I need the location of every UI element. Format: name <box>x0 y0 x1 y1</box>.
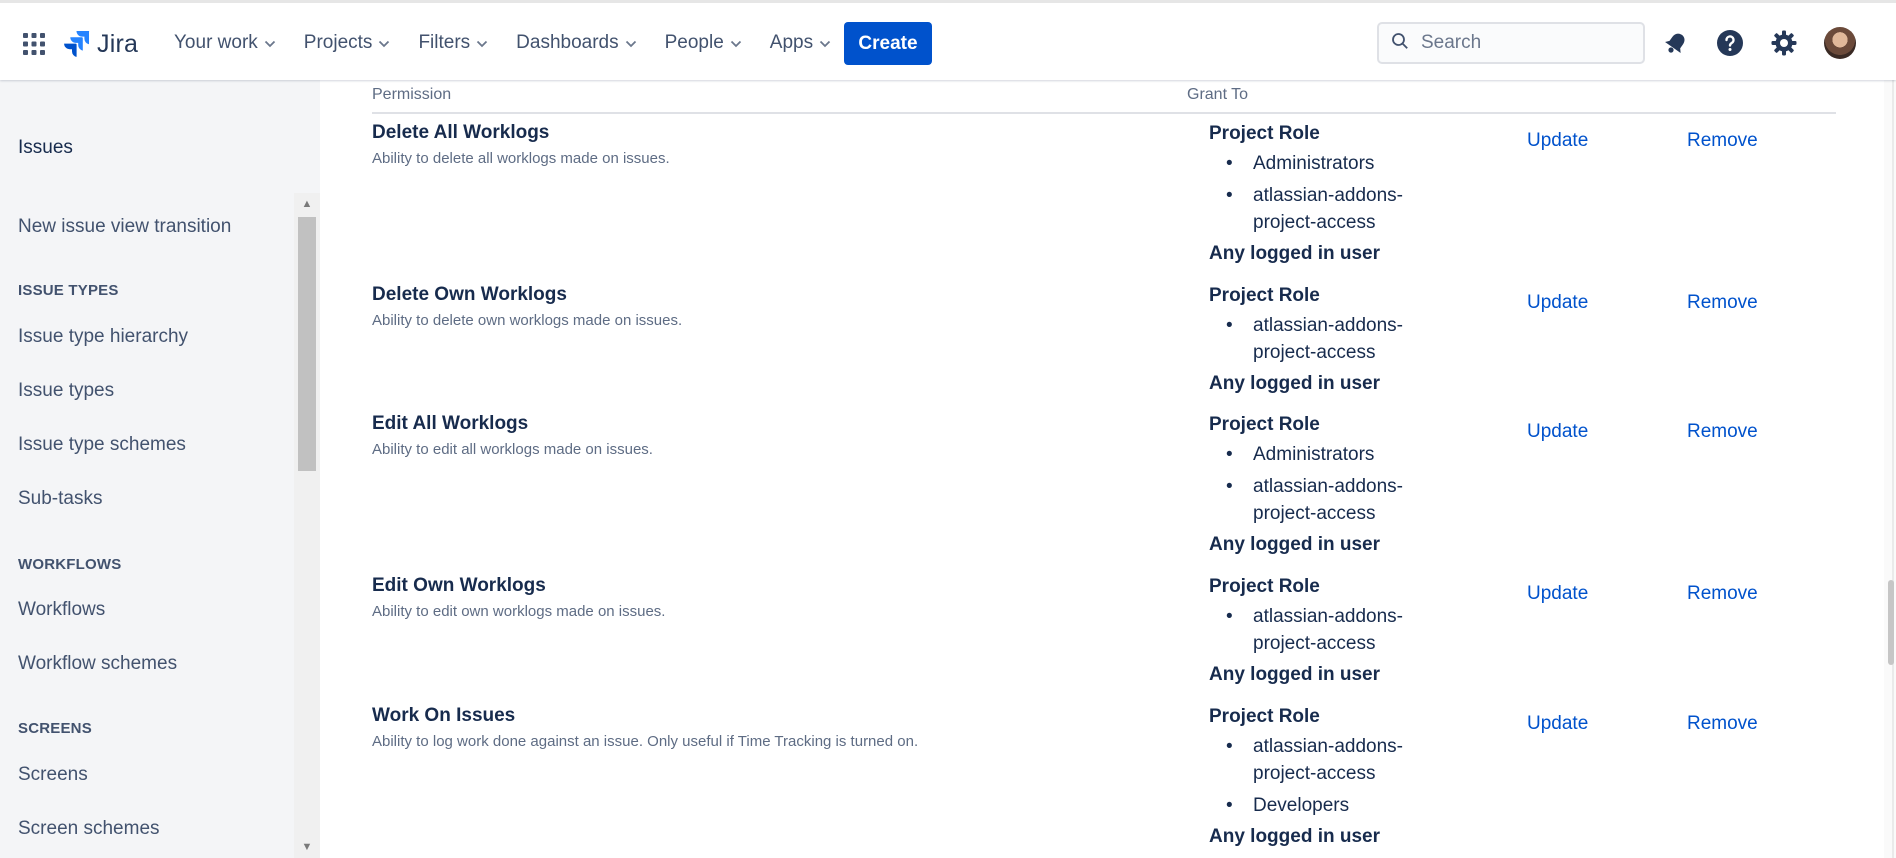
nav-your-work[interactable]: Your work <box>160 25 290 61</box>
permissions-table: Permission Grant To Delete All Worklogs … <box>320 80 1890 858</box>
search-field[interactable] <box>1377 22 1645 64</box>
column-header-permission: Permission <box>372 86 452 103</box>
grant-any-user: Any logged in user <box>1209 664 1381 685</box>
sidebar-heading-workflows: WORKFLOWS <box>18 556 122 573</box>
chevron-down-icon <box>625 32 637 54</box>
sidebar-scrollbar[interactable]: ▲ ▼ <box>294 193 320 858</box>
nav-dashboards[interactable]: Dashboards <box>502 25 650 61</box>
sidebar-item-issue-type-schemes[interactable]: Issue type schemes <box>18 434 186 456</box>
permission-description: Ability to log work done against an issu… <box>372 733 919 750</box>
grant-any-user: Any logged in user <box>1209 373 1381 394</box>
permission-name: Edit All Worklogs <box>372 413 529 434</box>
permission-description: Ability to edit all worklogs made on iss… <box>372 441 653 458</box>
sidebar-heading-issue-types: ISSUE TYPES <box>18 282 119 299</box>
remove-link[interactable]: Remove <box>1687 130 1758 152</box>
remove-link[interactable]: Remove <box>1687 292 1758 314</box>
grant-any-user: Any logged in user <box>1209 243 1381 264</box>
chevron-down-icon <box>819 32 831 54</box>
page-scrollbar-thumb[interactable] <box>1888 580 1894 665</box>
sidebar-item-screens[interactable]: Screens <box>18 764 88 786</box>
sidebar-scrollbar-thumb[interactable] <box>298 217 316 471</box>
permission-name: Work On Issues <box>372 705 516 726</box>
page-scrollbar-track <box>1892 80 1894 858</box>
grant-title: Project Role <box>1209 285 1320 306</box>
help-icon[interactable] <box>1714 27 1746 59</box>
jira-logo[interactable]: Jira <box>64 29 138 59</box>
search-icon <box>1391 32 1409 55</box>
remove-link[interactable]: Remove <box>1687 421 1758 443</box>
scroll-up-arrow-icon[interactable]: ▲ <box>294 193 320 215</box>
grant-title: Project Role <box>1209 576 1320 597</box>
sidebar-item-workflow-schemes[interactable]: Workflow schemes <box>18 653 177 675</box>
settings-gear-icon[interactable] <box>1768 27 1800 59</box>
grant-title: Project Role <box>1209 123 1320 144</box>
update-link[interactable]: Update <box>1527 292 1588 314</box>
sidebar-heading-screens: SCREENS <box>18 720 92 737</box>
primary-nav: Your work Projects Filters Dashboards Pe… <box>160 25 845 61</box>
permission-description: Ability to edit own worklogs made on iss… <box>372 603 666 620</box>
role-item: atlassian-addons-project-access <box>1226 473 1433 527</box>
remove-link[interactable]: Remove <box>1687 713 1758 735</box>
role-item: Administrators <box>1226 441 1433 468</box>
scroll-down-arrow-icon[interactable]: ▼ <box>294 836 320 858</box>
chevron-down-icon <box>730 32 742 54</box>
update-link[interactable]: Update <box>1527 583 1588 605</box>
sidebar-title-issues[interactable]: Issues <box>18 137 73 159</box>
jira-logo-icon <box>64 31 90 57</box>
logo-text: Jira <box>97 29 139 58</box>
role-item: atlassian-addons-project-access <box>1226 312 1433 366</box>
page-scrollbar[interactable] <box>1884 80 1896 858</box>
sidebar-item-issue-type-hierarchy[interactable]: Issue type hierarchy <box>18 326 188 348</box>
notifications-icon[interactable] <box>1660 27 1692 59</box>
sidebar-item-sub-tasks[interactable]: Sub-tasks <box>18 488 102 510</box>
top-navigation: Jira Your work Projects Filters Dashboar… <box>0 0 1896 80</box>
chevron-down-icon <box>378 32 390 54</box>
sidebar-item-screen-schemes[interactable]: Screen schemes <box>18 818 160 840</box>
role-item: atlassian-addons-project-access <box>1226 603 1433 657</box>
grant-any-user: Any logged in user <box>1209 534 1381 555</box>
chevron-down-icon <box>476 32 488 54</box>
app-switcher-icon[interactable] <box>22 32 46 56</box>
permission-description: Ability to delete all worklogs made on i… <box>372 150 670 167</box>
grant-to-cell: Project Role atlassian-addons-project-ac… <box>1209 705 1469 848</box>
grant-to-cell: Project Role Administrators atlassian-ad… <box>1209 413 1469 556</box>
nav-people[interactable]: People <box>651 25 756 61</box>
permission-description: Ability to delete own worklogs made on i… <box>372 312 683 329</box>
role-item: Developers <box>1226 792 1433 819</box>
create-button[interactable]: Create <box>844 22 932 65</box>
user-avatar[interactable] <box>1824 27 1856 59</box>
remove-link[interactable]: Remove <box>1687 583 1758 605</box>
sidebar: Issues New issue view transition ISSUE T… <box>0 80 320 858</box>
nav-projects[interactable]: Projects <box>290 25 405 61</box>
header-divider <box>372 112 1836 114</box>
nav-apps[interactable]: Apps <box>756 25 845 61</box>
permission-name: Delete All Worklogs <box>372 122 550 143</box>
nav-filters[interactable]: Filters <box>404 25 502 61</box>
chevron-down-icon <box>264 32 276 54</box>
role-item: Administrators <box>1226 150 1433 177</box>
update-link[interactable]: Update <box>1527 130 1588 152</box>
update-link[interactable]: Update <box>1527 421 1588 443</box>
permission-name: Delete Own Worklogs <box>372 284 567 305</box>
update-link[interactable]: Update <box>1527 713 1588 735</box>
sidebar-item-new-issue-view-transition[interactable]: New issue view transition <box>18 216 231 238</box>
grant-any-user: Any logged in user <box>1209 826 1381 847</box>
search-input[interactable] <box>1419 31 1619 55</box>
grant-to-cell: Project Role atlassian-addons-project-ac… <box>1209 284 1469 395</box>
grant-title: Project Role <box>1209 706 1320 727</box>
role-item: atlassian-addons-project-access <box>1226 182 1433 236</box>
grant-title: Project Role <box>1209 414 1320 435</box>
permission-name: Edit Own Worklogs <box>372 575 546 596</box>
column-header-grant-to: Grant To <box>1187 86 1249 103</box>
sidebar-item-workflows[interactable]: Workflows <box>18 599 105 621</box>
grant-to-cell: Project Role atlassian-addons-project-ac… <box>1209 575 1469 686</box>
role-item: atlassian-addons-project-access <box>1226 733 1433 787</box>
sidebar-item-issue-types[interactable]: Issue types <box>18 380 114 402</box>
grant-to-cell: Project Role Administrators atlassian-ad… <box>1209 122 1469 265</box>
